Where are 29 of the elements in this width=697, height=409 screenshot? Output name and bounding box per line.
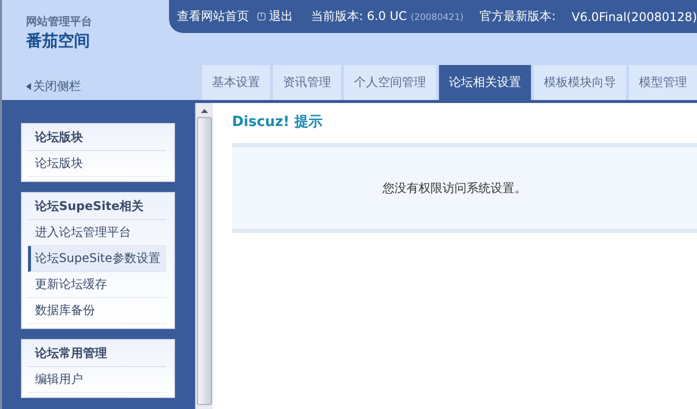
site-title: 番茄空间 — [26, 31, 91, 52]
nav-tab[interactable]: 模板模块向导 — [534, 65, 626, 100]
notice-title: Discuz! 提示 — [232, 113, 324, 131]
left-triangle-icon — [26, 83, 31, 90]
nav-tab[interactable]: 资讯管理 — [273, 65, 341, 100]
close-sidebar-link[interactable]: 关闭侧栏 — [2, 78, 202, 100]
power-icon — [256, 12, 266, 21]
scrollbar[interactable] — [195, 103, 213, 409]
panel-title: 论坛SupeSite相关 — [28, 193, 166, 220]
latest-version: V6.0Final(20080128) — [572, 10, 697, 24]
nav-tab[interactable]: 模型管理 — [629, 65, 697, 100]
up-arrow-icon — [201, 109, 208, 113]
panel-title: 论坛常用管理 — [28, 340, 166, 367]
nav-tab[interactable]: 论坛相关设置 — [439, 65, 531, 100]
menu-item[interactable]: 编辑用户 — [28, 367, 166, 393]
logout-link[interactable]: 退出 — [256, 8, 293, 25]
menu-item[interactable]: 更新论坛缓存 — [28, 272, 166, 298]
platform-subtitle: 网站管理平台 — [26, 14, 93, 29]
menu-item[interactable]: 论坛版块 — [28, 151, 166, 177]
menu-item[interactable]: 数据库备份 — [28, 298, 166, 324]
panel-title: 论坛版块 — [28, 124, 166, 151]
menu-item[interactable]: 论坛SupeSite参数设置 — [28, 246, 166, 272]
home-link[interactable]: 查看网站首页 — [176, 8, 249, 25]
current-version: 当前版本: 6.0 UC (20080421) — [310, 8, 464, 25]
latest-version-label: 官方最新版本: — [480, 8, 556, 25]
nav-tab[interactable]: 基本设置 — [202, 65, 270, 100]
scrollbar-thumb[interactable] — [197, 117, 212, 405]
notice-message: 您没有权限访问系统设置。 — [382, 180, 526, 196]
nav-tab[interactable]: 个人空间管理 — [344, 65, 436, 100]
